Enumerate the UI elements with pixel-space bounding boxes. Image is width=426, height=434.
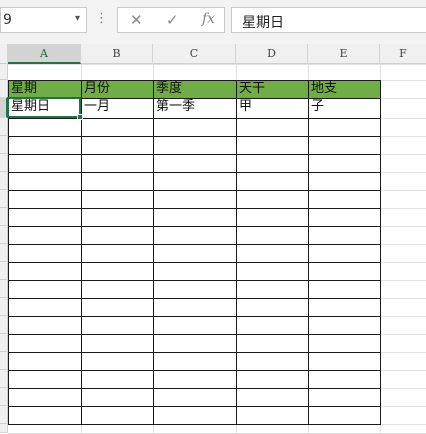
table-border — [8, 244, 381, 245]
row-header[interactable] — [0, 262, 8, 280]
table-border — [8, 154, 381, 155]
row-header[interactable] — [0, 352, 8, 370]
table-border — [8, 370, 381, 371]
row-header[interactable] — [0, 208, 8, 226]
header-cell[interactable]: 地支 — [308, 80, 380, 98]
table-border — [8, 172, 381, 173]
row-header[interactable] — [0, 316, 8, 334]
table-border — [153, 80, 154, 425]
table-border — [8, 388, 381, 389]
column-header-b[interactable]: B — [81, 44, 153, 64]
table-border — [81, 80, 82, 425]
row-header[interactable] — [0, 190, 8, 208]
table-border — [8, 208, 381, 209]
table-border — [8, 190, 381, 191]
row-header-strip — [0, 64, 8, 433]
table-border — [8, 298, 381, 299]
row-header[interactable] — [0, 280, 8, 298]
name-box[interactable]: 9 ▾ — [0, 7, 87, 33]
table-border — [8, 226, 381, 227]
data-cell[interactable]: 甲 — [236, 98, 308, 118]
row-header[interactable] — [0, 80, 8, 98]
row-header[interactable] — [0, 136, 8, 154]
table-border — [8, 80, 381, 81]
table-border — [8, 136, 381, 137]
table-border — [8, 316, 381, 317]
row-header[interactable] — [0, 406, 8, 424]
table-border — [380, 80, 381, 425]
header-cell[interactable]: 天干 — [236, 80, 308, 98]
header-cell[interactable]: 月份 — [81, 80, 153, 98]
name-box-dropdown-icon[interactable]: ▾ — [75, 13, 80, 24]
header-cell[interactable]: 季度 — [153, 80, 236, 98]
row-header[interactable] — [0, 388, 8, 406]
table-border — [8, 262, 381, 263]
column-header-c[interactable]: C — [153, 44, 236, 64]
insert-function-icon[interactable]: fx — [202, 11, 215, 27]
column-header-row: A B C D E F — [0, 44, 426, 64]
data-cell[interactable]: 子 — [308, 98, 380, 118]
table-border — [308, 80, 309, 425]
table-border — [236, 80, 237, 425]
row-header[interactable] — [0, 172, 8, 190]
row-header[interactable] — [0, 298, 8, 316]
column-header-a[interactable]: A — [8, 44, 81, 64]
cancel-icon[interactable]: ✕ — [130, 11, 143, 29]
row-header[interactable] — [0, 118, 8, 136]
row-header[interactable] — [0, 226, 8, 244]
row-header[interactable] — [0, 334, 8, 352]
formula-content: 星期日 — [242, 15, 284, 31]
table-border — [8, 334, 381, 335]
fill-handle[interactable] — [77, 114, 83, 120]
header-cell[interactable]: 星期 — [8, 80, 81, 98]
table-border — [8, 280, 381, 281]
column-header-e[interactable]: E — [308, 44, 380, 64]
data-cell[interactable]: 一月 — [81, 98, 153, 118]
table-border — [8, 80, 9, 425]
select-all-corner[interactable] — [0, 44, 8, 64]
row-header[interactable] — [0, 244, 8, 262]
table-border — [8, 352, 381, 353]
data-cell[interactable]: 第一季 — [153, 98, 236, 118]
table-border — [8, 424, 381, 425]
gridline — [8, 64, 426, 65]
row-header[interactable] — [0, 154, 8, 172]
confirm-icon[interactable]: ✓ — [166, 11, 179, 29]
formula-bar: 9 ▾ ⋮ ✕ ✓ fx 星期日 — [0, 0, 426, 45]
row-header[interactable] — [0, 424, 8, 433]
formula-input[interactable]: 星期日 — [231, 7, 426, 33]
column-header-f[interactable]: F — [380, 44, 426, 64]
column-header-d[interactable]: D — [236, 44, 308, 64]
table-border — [8, 406, 381, 407]
active-cell-cursor[interactable] — [7, 97, 81, 118]
formula-buttons: ✕ ✓ fx — [117, 7, 225, 33]
table-border — [8, 118, 381, 119]
row-header[interactable] — [0, 370, 8, 388]
row-header[interactable] — [0, 64, 8, 80]
name-box-value: 9 — [3, 12, 12, 28]
formula-bar-splitter-icon[interactable]: ⋮ — [95, 11, 108, 26]
